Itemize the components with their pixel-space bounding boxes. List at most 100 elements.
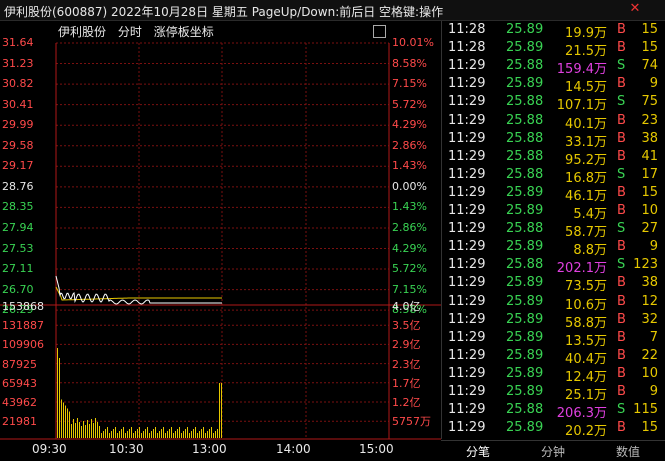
trade-count: 15: [641, 184, 658, 200]
volume-bar: [65, 405, 66, 438]
volume-bar: [61, 399, 62, 438]
trade-volume: 58.8万: [565, 315, 607, 331]
trade-count: 123: [633, 257, 658, 273]
trade-count: 22: [641, 347, 658, 363]
amount-tick-label: 5757万: [392, 415, 431, 429]
volume-bar: [91, 419, 92, 438]
trade-time: 11:29: [448, 76, 486, 92]
volume-bar: [57, 348, 58, 438]
trade-price: 25.89: [506, 365, 544, 381]
volume-bar: [59, 358, 60, 438]
trade-side: B: [617, 365, 626, 381]
volume-bar: [153, 429, 154, 438]
time-tick-label: 14:00: [276, 442, 311, 456]
volume-bar: [205, 433, 206, 438]
trade-side: B: [617, 239, 626, 255]
volume-bar: [143, 431, 144, 438]
trade-volume: 12.4万: [565, 369, 607, 385]
volume-bar: [103, 431, 104, 438]
volume-tick-label: 131887: [2, 319, 44, 333]
volume-bar: [125, 433, 126, 438]
tick-trades-list[interactable]: 11:28 25.89 19.9万 B 15 11:28 25.89 21.5万 B 15 11:2…: [441, 21, 665, 439]
trade-row: 11:28 25.89 19.9万 B 15: [442, 22, 665, 41]
volume-bar: [75, 423, 76, 438]
trade-side: S: [617, 257, 626, 273]
volume-bar: [113, 429, 114, 438]
trade-volume: 159.4万: [556, 62, 607, 78]
volume-bar: [95, 418, 96, 438]
mode-label[interactable]: 分时: [118, 25, 142, 39]
price-tick-label: 27.11: [2, 262, 34, 276]
trade-volume: 206.3万: [556, 406, 607, 422]
percent-tick-label: 10.01%: [392, 36, 434, 49]
window-title: 伊利股份(600887) 2022年10月28日 星期五 PageUp/Down…: [4, 5, 444, 19]
price-tick-label: 29.58: [2, 138, 34, 152]
trade-price: 25.88: [506, 257, 544, 273]
trade-time: 11:29: [448, 166, 486, 182]
trade-count: 9: [649, 76, 658, 92]
volume-bar: [191, 431, 192, 438]
percent-tick-label: 5.72%: [392, 262, 427, 276]
trade-price: 25.89: [506, 293, 544, 309]
trade-side: S: [617, 402, 626, 418]
amount-tick-label: 1.2亿: [392, 396, 421, 409]
trade-time: 11:29: [448, 293, 486, 309]
volume-tick-label: 153868: [2, 300, 44, 313]
trade-volume: 25.1万: [565, 388, 607, 403]
trade-row: 11:29 25.88 40.1万 B 23: [442, 112, 665, 132]
trade-count: 27: [641, 221, 658, 237]
volume-bar: [111, 431, 112, 438]
trade-volume: 20.2万: [565, 424, 607, 440]
trade-price: 25.89: [506, 22, 544, 37]
volume-bar: [133, 433, 134, 438]
trade-row: 11:29 25.89 13.5万 B 7: [442, 330, 665, 349]
trade-volume: 16.8万: [565, 170, 607, 186]
axis-mode-label[interactable]: 涨停板坐标: [154, 25, 214, 39]
trade-count: 23: [641, 112, 658, 128]
trade-row: 11:29 25.88 16.8万 S 17: [442, 166, 665, 186]
close-icon[interactable]: ✕: [628, 2, 642, 16]
trade-time: 11:29: [448, 203, 486, 218]
trade-row: 11:29 25.89 58.8万 B 32: [442, 312, 665, 331]
trade-price: 25.89: [506, 76, 544, 92]
volume-bar: [85, 425, 86, 438]
trade-time: 11:29: [448, 420, 486, 436]
trade-side: B: [617, 40, 626, 56]
volume-bar: [79, 422, 80, 438]
trade-price: 25.89: [506, 239, 544, 255]
tab-values[interactable]: 数值: [591, 443, 665, 460]
trade-volume: 40.1万: [565, 116, 607, 132]
trade-time: 11:29: [448, 94, 486, 110]
percent-tick-label: 4.29%: [392, 118, 427, 132]
volume-bar: [211, 427, 212, 438]
volume-tick-label: 21981: [2, 415, 37, 429]
volume-bar: [157, 433, 158, 438]
volume-bar: [63, 402, 64, 438]
volume-bar: [173, 433, 174, 438]
volume-bar: [161, 429, 162, 438]
trade-price: 25.89: [506, 420, 544, 436]
volume-bar: [207, 431, 208, 438]
volume-bar: [99, 426, 100, 438]
trade-side: B: [617, 184, 626, 200]
volume-bar: [89, 424, 90, 438]
trade-price: 25.88: [506, 112, 544, 128]
trade-volume: 13.5万: [565, 333, 607, 349]
trade-side: B: [617, 76, 626, 92]
volume-bar: [151, 431, 152, 438]
trade-volume: 202.1万: [556, 261, 607, 277]
volume-bar: [187, 427, 188, 438]
stock-name: 伊利股份: [58, 25, 107, 39]
volume-bar: [179, 427, 180, 438]
volume-bar: [141, 433, 142, 438]
tab-ticks[interactable]: 分笔: [441, 443, 515, 460]
trade-price: 25.88: [506, 94, 544, 110]
volume-bar: [121, 429, 122, 438]
volume-bar: [209, 429, 210, 438]
trade-price: 25.89: [506, 275, 544, 291]
expand-toggle-button[interactable]: [373, 25, 386, 38]
trade-time: 11:29: [448, 148, 486, 164]
price-tick-label: 29.99: [2, 118, 34, 132]
trade-row: 11:29 25.88 95.2万 B 41: [442, 148, 665, 168]
tab-minutes[interactable]: 分钟: [516, 443, 590, 460]
